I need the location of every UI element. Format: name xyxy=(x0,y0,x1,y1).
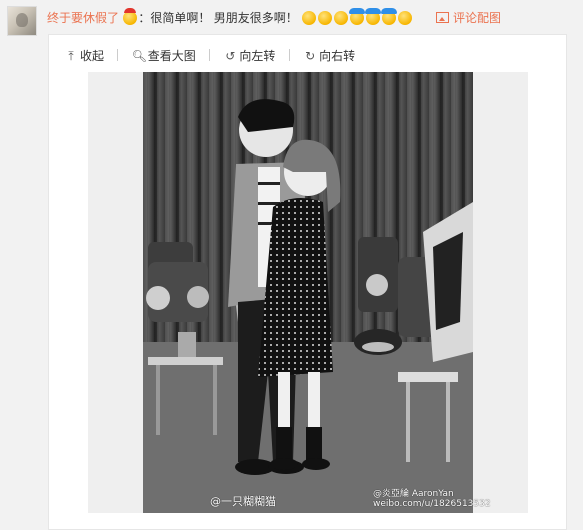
media-card: ⤒ 收起 🔍︎查看大图 ↺ 向左转 ↻ 向右转 @一只糊糊猫 @炎亞綸 Aaro… xyxy=(48,34,567,530)
smile-emoji-icon xyxy=(398,11,413,25)
toolbar-divider xyxy=(288,49,290,61)
toolbar-divider xyxy=(117,49,119,61)
surprised-emoji-icon xyxy=(302,11,317,25)
rotate-right-button[interactable]: ↻ 向右转 xyxy=(303,47,355,65)
watermark-right-url: weibo.com/u/1826513532 xyxy=(373,499,491,509)
post-photo[interactable]: @一只糊糊猫 @炎亞綸 AaronYan weibo.com/u/1826513… xyxy=(88,72,528,513)
photo-illustration xyxy=(88,72,528,513)
comment-image-link[interactable]: 评论配图 xyxy=(436,10,501,26)
rotate-right-icon: ↻ xyxy=(305,49,316,63)
blue-hat-emoji-icon xyxy=(365,8,382,25)
rotate-left-button[interactable]: ↺ 向左转 xyxy=(223,47,275,65)
rotate-left-label: 向左转 xyxy=(239,49,276,63)
avatar[interactable] xyxy=(7,6,37,36)
comment-colon: ： xyxy=(138,11,151,25)
watermark-right-name: @炎亞綸 AaronYan xyxy=(373,489,454,499)
watermark-left: @一只糊糊猫 xyxy=(210,495,276,508)
collapse-button[interactable]: ⤒ 收起 xyxy=(64,47,104,65)
comment-text: 很简单啊！ 男朋友很多啊！ xyxy=(150,11,298,25)
rotate-right-label: 向右转 xyxy=(319,49,356,63)
comment-image-label: 评论配图 xyxy=(453,11,502,25)
comment-line: 终于要休假了 ：很简单啊！ 男朋友很多啊！ xyxy=(47,8,413,26)
collapse-label: 收起 xyxy=(80,49,105,63)
blue-hat-emoji-icon xyxy=(381,8,398,25)
image-toolbar: ⤒ 收起 🔍︎查看大图 ↺ 向左转 ↻ 向右转 xyxy=(64,47,355,65)
surprised-emoji-icon xyxy=(318,11,333,25)
surprised-fox-emoji-icon xyxy=(123,8,138,25)
comment-row: 终于要休假了 ：很简单啊！ 男朋友很多啊！ 评论配图 xyxy=(0,0,583,36)
surprised-emoji-icon xyxy=(334,11,349,25)
toolbar-divider xyxy=(209,49,211,61)
view-large-label: 查看大图 xyxy=(147,49,196,63)
upload-arrow-icon: ⤒ xyxy=(68,49,74,63)
view-large-button[interactable]: 🔍︎查看大图 xyxy=(132,47,196,65)
rotate-left-icon: ↺ xyxy=(225,49,236,63)
comment-username[interactable]: 终于要休假了 xyxy=(47,11,119,25)
search-icon: 🔍︎ xyxy=(131,49,147,63)
blue-hat-emoji-icon xyxy=(349,8,366,25)
image-icon xyxy=(436,12,449,23)
